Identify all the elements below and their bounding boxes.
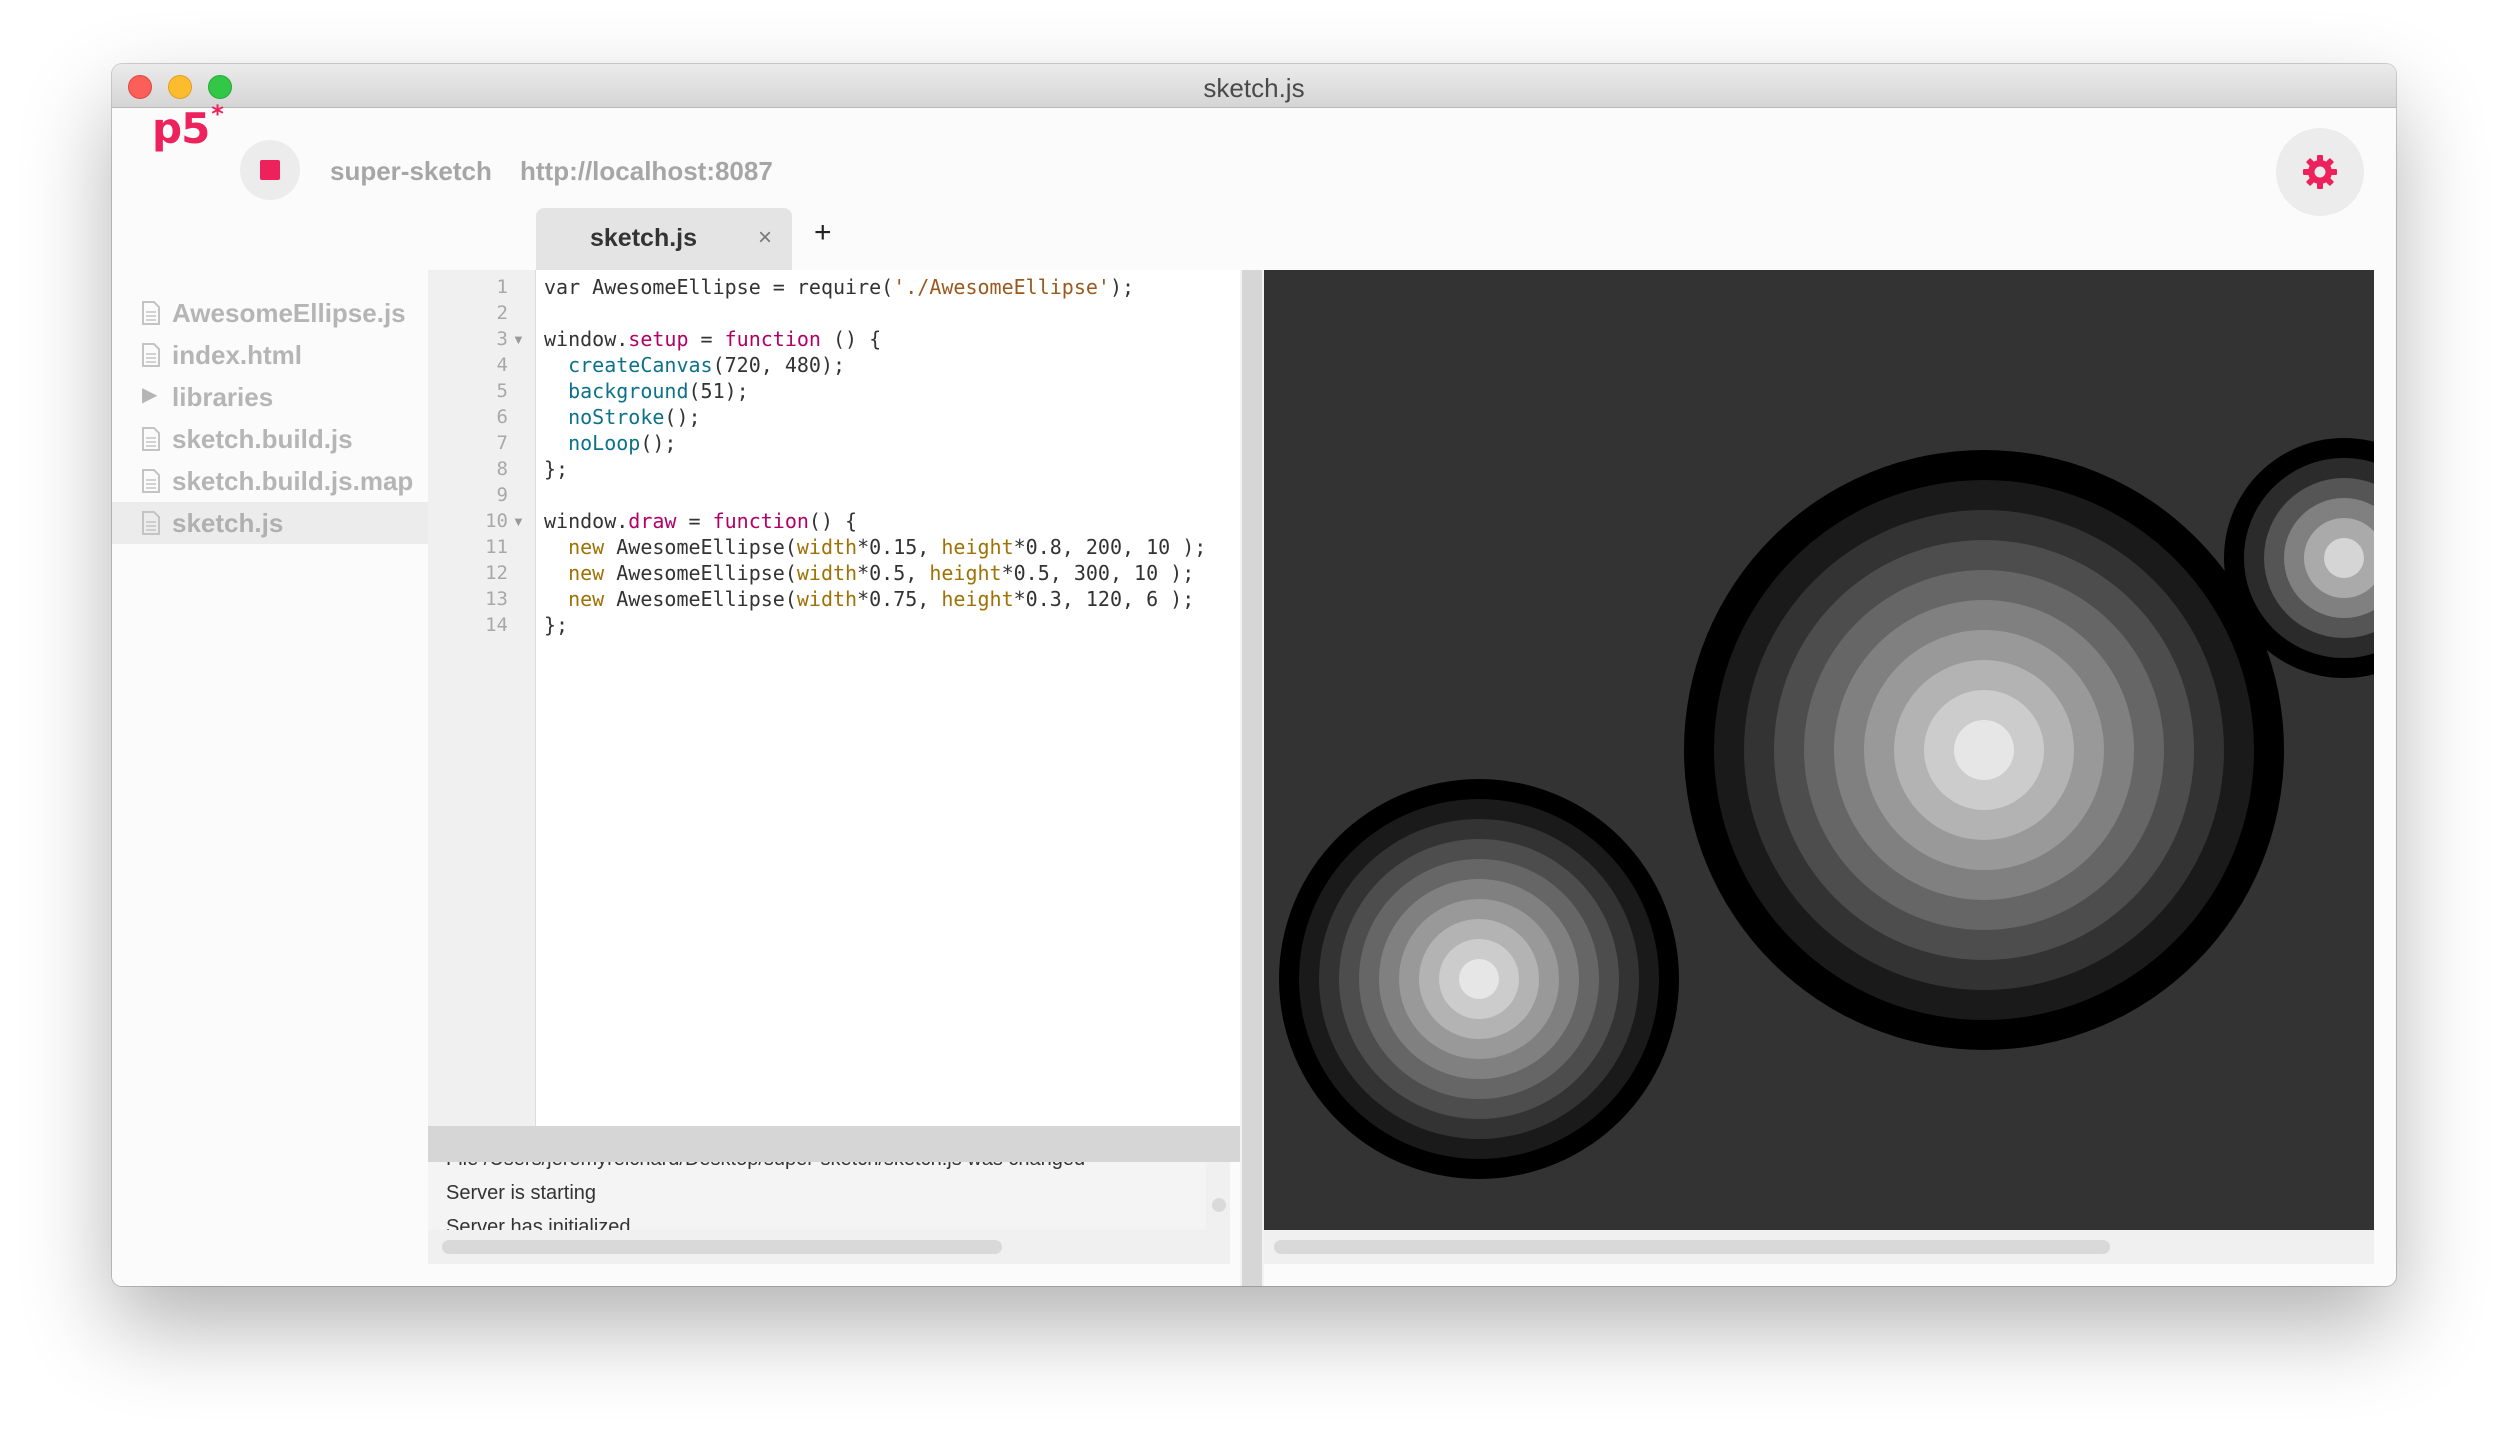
ellipse-ring [1459,959,1499,999]
line-number: 6 [496,406,508,428]
window-title: sketch.js [1203,73,1305,103]
line-number: 2 [496,302,508,324]
tab-close-icon[interactable]: × [758,224,772,252]
code-line: var AwesomeEllipse = require('./AwesomeE… [544,275,1135,299]
sidebar-item-label: AwesomeEllipse.js [172,298,406,328]
line-number: 9 [496,484,508,506]
tab-sketch-js[interactable]: sketch.js × [536,208,792,270]
line-number: 14 [485,614,508,636]
line-number: 12 [485,562,508,584]
code-line: window.setup = function () { [544,327,882,351]
line-number: 11 [485,536,508,558]
app-window: sketch.js p5* super-sketch http://localh… [112,64,2396,1286]
console-line: Server is starting [446,1182,597,1204]
code-line: }; [544,457,569,481]
sidebar-item-libraries[interactable]: ▶ libraries [112,376,428,418]
file-icon [142,343,160,367]
canvas-drawing [1279,438,2374,1179]
preview-horizontal-scrollbar[interactable] [1264,1230,2374,1264]
file-icon [142,427,160,451]
console-scrollbar-thumb[interactable] [442,1240,1002,1254]
awesome-ellipse-1 [1279,779,1679,1179]
fold-arrow-icon[interactable]: ▼ [512,332,525,347]
line-number: 7 [496,432,508,454]
folder-expand-icon[interactable]: ▶ [142,382,157,407]
sidebar-item-label: sketch.build.js.map [172,466,414,496]
preview-scrollbar-thumb[interactable] [1274,1240,2110,1254]
code-line: new AwesomeEllipse(width*0.15, height*0.… [568,535,1207,559]
ellipse-ring [1954,720,2014,780]
console-horizontal-scrollbar[interactable] [428,1230,1218,1264]
code-line: noStroke(); [568,405,701,429]
sidebar-item-sketch-js[interactable]: sketch.js [112,502,428,544]
fold-arrow-icon[interactable]: ▼ [512,514,525,529]
gear-icon [2303,155,2337,189]
code-line: noLoop(); [568,431,677,455]
sidebar-item-label: index.html [172,340,303,370]
sidebar-item-label: libraries [172,382,274,412]
awesome-ellipse-2 [1684,450,2284,1050]
line-number: 8 [496,458,508,480]
line-number: 3 [496,328,508,350]
console-resize-handle[interactable] [428,1126,1240,1162]
p5-logo: p5* [152,100,224,153]
code-line: }; [544,613,569,637]
tab-label: sketch.js [590,224,698,252]
code-line: background(51); [568,379,749,403]
settings-button[interactable] [2276,128,2364,216]
ellipse-ring [2324,538,2364,578]
code-line: new AwesomeEllipse(width*0.5, height*0.5… [568,561,1195,585]
sketch-preview-canvas[interactable] [1264,270,2374,1230]
editor-scrollbar[interactable] [1240,270,1264,1286]
console-vertical-scrollbar[interactable] [1206,1162,1230,1264]
add-tab-button[interactable]: + [814,216,832,250]
sidebar-item-sketch-build-js-map[interactable]: sketch.build.js.map [112,460,428,502]
code-editor[interactable]: var AwesomeEllipse = require('./AwesomeE… [536,270,1240,1126]
file-icon [142,301,160,325]
stop-icon [260,160,280,180]
sidebar-item-sketch-build-js[interactable]: sketch.build.js [112,418,428,460]
line-number: 1 [496,276,508,298]
stop-button[interactable] [240,140,300,200]
console-vscrollbar-thumb[interactable] [1212,1198,1226,1212]
line-number: 13 [485,588,508,610]
project-name: super-sketch [330,156,492,186]
line-number: 10 [485,510,508,532]
sidebar-item-awesomeellipse-js[interactable]: AwesomeEllipse.js [112,292,428,334]
file-icon [142,469,160,493]
editor-scrollbar-thumb[interactable] [1242,270,1262,1286]
server-url-link[interactable]: http://localhost:8087 [520,156,773,187]
line-number: 5 [496,380,508,402]
console-line: File /Users/jeremyreichard/Desktop/super… [446,1162,1085,1171]
code-line: new AwesomeEllipse(width*0.75, height*0.… [568,587,1195,611]
title-bar: sketch.js [112,64,2396,108]
file-sidebar: AwesomeEllipse.js index.html ▶ libraries… [112,270,428,1286]
sidebar-item-index-html[interactable]: index.html [112,334,428,376]
line-number-gutter: 1 2 3 ▼ 4 5 6 7 8 9 10 ▼ 11 12 13 14 [428,270,536,1126]
code-line: window.draw = function() { [544,509,858,533]
line-number: 4 [496,354,508,376]
sidebar-item-label: sketch.build.js [172,424,353,454]
file-icon [142,511,160,535]
sidebar-item-label: sketch.js [172,508,284,538]
code-line: createCanvas(720, 480); [568,353,846,377]
